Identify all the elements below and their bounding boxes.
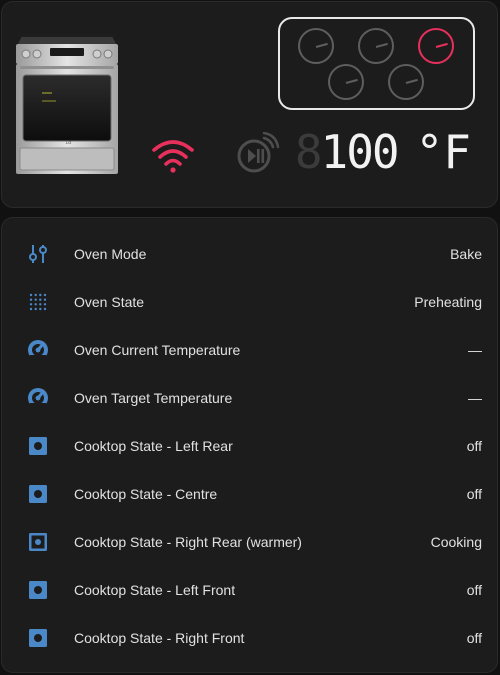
entity-row-oven-state[interactable]: Oven State Preheating (2, 278, 497, 326)
entity-value: — (468, 390, 482, 406)
entity-value: off (466, 630, 482, 646)
entity-row-cooktop-centre[interactable]: Cooktop State - Centre off (2, 470, 497, 518)
entity-value: Cooking (430, 534, 482, 550)
entity-label: Cooktop State - Left Rear (74, 438, 233, 454)
entity-label: Oven State (74, 294, 145, 310)
remote-start-icon (237, 132, 280, 173)
entity-row-oven-current-temperature[interactable]: Oven Current Temperature — (2, 326, 497, 374)
entity-label: Cooktop State - Right Rear (warmer) (74, 534, 302, 550)
entity-label: Oven Current Temperature (74, 342, 241, 358)
range-appliance-image: LG (16, 34, 118, 174)
burner-icon (29, 437, 47, 455)
temperature-display: 8 100 °F (294, 125, 471, 179)
burner-left-front-icon (328, 64, 364, 100)
entity-row-cooktop-right-rear[interactable]: Cooktop State - Right Rear (warmer) Cook… (2, 518, 497, 566)
entity-value: Preheating (414, 294, 482, 310)
entity-label: Oven Mode (74, 246, 147, 262)
display-ghost-digit: 8 (294, 125, 323, 179)
burner-right-rear-icon (418, 28, 454, 64)
burner-right-front-icon (388, 64, 424, 100)
burner-icon (29, 533, 47, 551)
entity-value: — (468, 342, 482, 358)
entity-row-cooktop-right-front[interactable]: Cooktop State - Right Front off (2, 614, 497, 662)
display-temperature: 100 (320, 125, 400, 179)
entity-row-oven-target-temperature[interactable]: Oven Target Temperature — (2, 374, 497, 422)
burner-icon (29, 485, 47, 503)
burner-left-rear-icon (298, 28, 334, 64)
gauge-icon (28, 388, 48, 408)
entity-value: off (466, 582, 482, 598)
wifi-icon (152, 140, 194, 173)
display-unit: °F (415, 125, 471, 179)
entity-row-cooktop-left-front[interactable]: Cooktop State - Left Front off (2, 566, 497, 614)
gauge-icon (28, 340, 48, 360)
entity-label: Oven Target Temperature (74, 390, 233, 406)
entities-card: Oven Mode Bake Oven State Preheating Ove… (1, 217, 498, 673)
entity-value: off (466, 438, 482, 454)
entity-value: off (466, 486, 482, 502)
svg-text:LG: LG (66, 140, 71, 145)
entity-value: Bake (450, 246, 482, 262)
entity-row-cooktop-left-rear[interactable]: Cooktop State - Left Rear off (2, 422, 497, 470)
tune-vertical-icon (29, 245, 47, 263)
entity-row-oven-mode[interactable]: Oven Mode Bake (2, 230, 497, 278)
burner-centre-icon (358, 28, 394, 64)
dots-grid-icon (29, 293, 47, 311)
burner-icon (29, 629, 47, 647)
burner-icon (29, 581, 47, 599)
cooktop-diagram (278, 17, 475, 110)
entity-label: Cooktop State - Right Front (74, 630, 245, 646)
entity-label: Cooktop State - Centre (74, 486, 218, 502)
appliance-card: LG 8 100 °F (1, 1, 498, 208)
entity-label: Cooktop State - Left Front (74, 582, 236, 598)
